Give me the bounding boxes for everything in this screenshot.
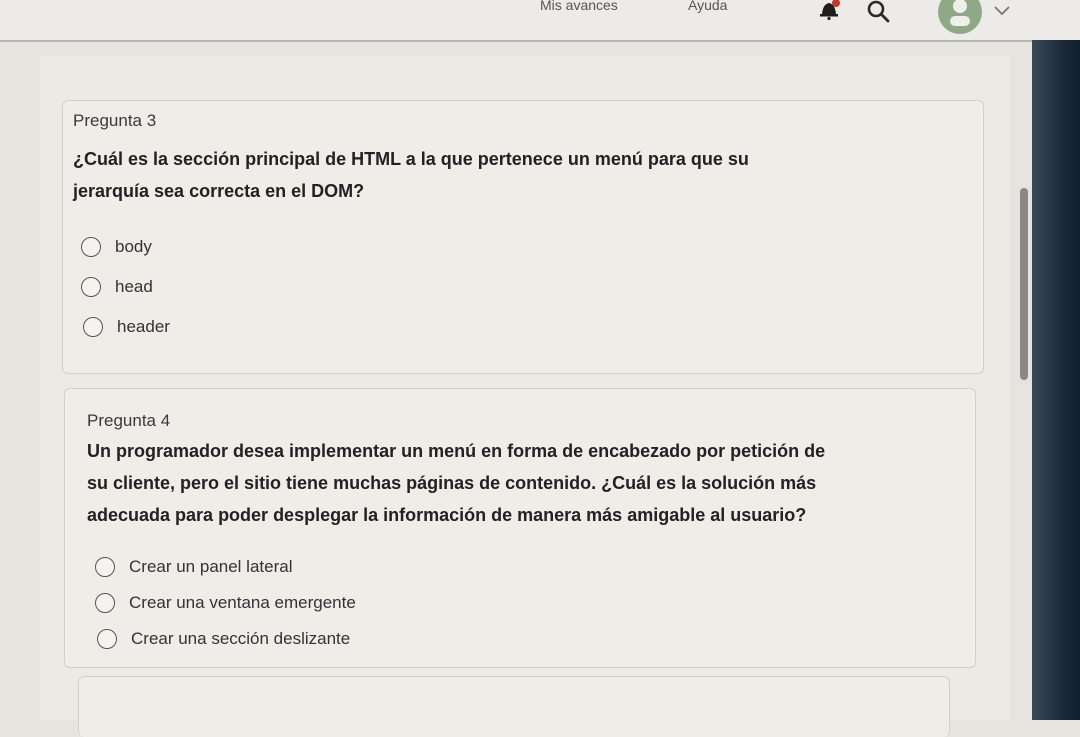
question-card-next [78,676,950,737]
question-text-line: ¿Cuál es la sección principal de HTML a … [73,149,749,169]
question-card-4: Pregunta 4 Un programador desea implemen… [64,388,976,668]
chevron-down-icon[interactable] [993,4,1011,16]
question-text-line: Un programador desea implementar un menú… [87,441,826,461]
answer-label: Crear un panel lateral [129,557,293,576]
monitor-bezel [1032,40,1080,720]
help-link[interactable]: Ayuda [688,0,727,13]
answer-label: head [115,277,153,296]
question-number: Pregunta 4 [87,411,171,430]
answer-label: Crear una sección deslizante [131,629,351,648]
answer-option-header[interactable]: header [83,313,170,341]
scrollbar-thumb[interactable] [1020,188,1028,380]
search-icon[interactable] [866,0,892,26]
question-text-line: jerarquía sea correcta en el DOM? [73,181,365,201]
question-text: ¿Cuál es la sección principal de HTML a … [73,143,973,207]
answer-option-head[interactable]: head [81,273,153,301]
radio-button[interactable] [81,277,101,297]
progress-link[interactable]: Mis avances [540,0,618,13]
radio-button[interactable] [81,237,101,257]
radio-button[interactable] [97,629,117,649]
answer-option-side-panel[interactable]: Crear un panel lateral [95,553,292,581]
question-text-line: adecuada para poder desplegar la informa… [87,505,807,525]
answer-option-sliding-section[interactable]: Crear una sección deslizante [97,625,350,653]
avatar[interactable] [938,0,982,34]
answer-label: header [117,317,170,336]
answer-option-body[interactable]: body [81,233,152,261]
answer-option-popup-window[interactable]: Crear una ventana emergente [95,589,356,617]
radio-button[interactable] [83,317,103,337]
question-text: Un programador desea implementar un menú… [87,435,967,531]
user-icon [950,0,970,26]
question-card-3: Pregunta 3 ¿Cuál es la sección principal… [62,100,984,374]
top-navigation-bar: Mis avances Ayuda [0,0,1080,42]
answer-label: Crear una ventana emergente [129,593,356,612]
radio-button[interactable] [95,593,115,613]
radio-button[interactable] [95,557,115,577]
question-text-line: su cliente, pero el sitio tiene muchas p… [87,473,817,493]
question-number: Pregunta 3 [73,111,157,130]
answer-label: body [115,237,152,256]
bell-icon[interactable] [818,0,840,20]
